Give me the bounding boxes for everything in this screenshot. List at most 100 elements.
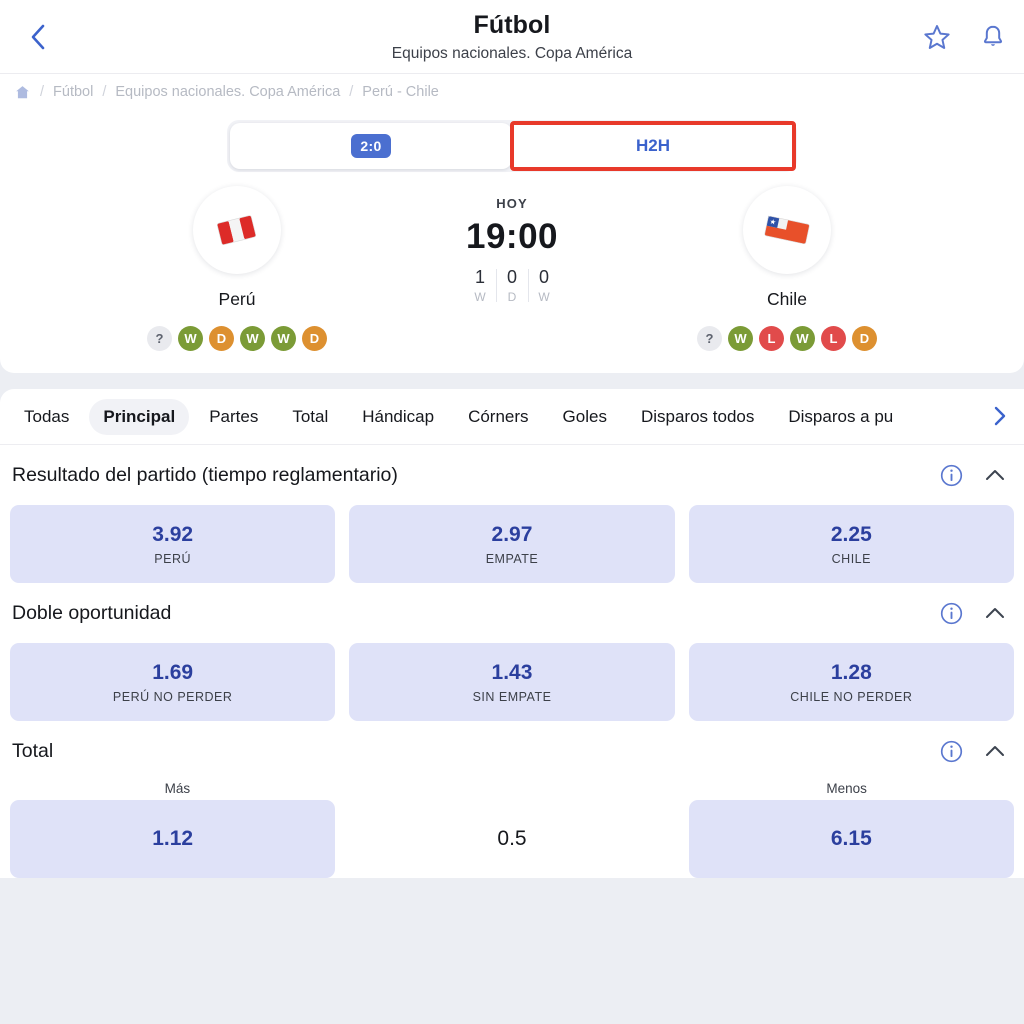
- outcome-button[interactable]: 1.43 SIN EMPATE: [349, 643, 675, 721]
- back-button[interactable]: [20, 19, 56, 55]
- breadcrumb-item-match: Perú - Chile: [362, 84, 439, 100]
- market-tab-disparos-todos[interactable]: Disparos todos: [627, 399, 768, 435]
- chile-flag-icon: [758, 207, 816, 253]
- market-tab-handicap[interactable]: Hándicap: [348, 399, 448, 435]
- star-icon: [923, 23, 951, 51]
- home-form-row: ? W D W W D: [147, 326, 327, 351]
- market-tab-partes[interactable]: Partes: [195, 399, 272, 435]
- info-icon[interactable]: [939, 601, 964, 626]
- match-center-info: HOY 19:00 1 W 0 D 0 W: [387, 186, 637, 304]
- outcome-button[interactable]: 2.97 EMPATE: [349, 505, 675, 583]
- total-under-button[interactable]: 6.15: [688, 800, 1014, 878]
- app-root: Fútbol Equipos nacionales. Copa América: [0, 0, 1024, 1024]
- favorite-button[interactable]: [922, 22, 952, 52]
- home-team: Perú ? W D W W D: [87, 186, 387, 351]
- outcome-odds: 3.92: [152, 522, 194, 546]
- markets-panel: Todas Principal Partes Total Hándicap Có…: [0, 389, 1024, 878]
- form-dot: W: [271, 326, 296, 351]
- form-dot: ?: [697, 326, 722, 351]
- outcome-label: PERÚ: [154, 551, 192, 566]
- away-form-row: ? W L W L D: [697, 326, 877, 351]
- form-dot: D: [852, 326, 877, 351]
- total-line-value: 0.5: [497, 827, 527, 850]
- breadcrumb-sep: /: [102, 84, 107, 100]
- match-day-label: HOY: [496, 196, 528, 211]
- home-icon[interactable]: [14, 84, 31, 101]
- match-kickoff-time: 19:00: [465, 217, 559, 256]
- away-team-name: Chile: [767, 289, 807, 309]
- segment-score[interactable]: 2:0: [230, 123, 512, 169]
- outcome-odds: 2.25: [830, 522, 872, 546]
- total-outcomes: 1.12 0.5 6.15: [10, 800, 1014, 878]
- h2h-stat-key: D: [507, 290, 517, 304]
- market-tab-total[interactable]: Total: [278, 399, 342, 435]
- away-team: Chile ? W L W L D: [637, 186, 937, 351]
- outcome-odds: 1.28: [830, 660, 872, 684]
- peru-flag-icon: [209, 207, 265, 253]
- market-tab-corners[interactable]: Córners: [454, 399, 542, 435]
- market-title: Resultado del partido (tiempo reglamenta…: [12, 463, 398, 486]
- market-tab-goles[interactable]: Goles: [549, 399, 621, 435]
- total-over-label: Más: [164, 781, 191, 796]
- outcome-odds: 1.43: [491, 660, 533, 684]
- market-doble-oportunidad: Doble oportunidad 1.69 PERÚ NO PERDER 1.…: [0, 583, 1024, 721]
- form-dot: L: [821, 326, 846, 351]
- chevron-up-icon[interactable]: [984, 467, 1006, 483]
- chevron-up-icon[interactable]: [984, 743, 1006, 759]
- segment-h2h[interactable]: H2H: [510, 121, 796, 171]
- home-team-badge[interactable]: [193, 186, 281, 274]
- market-header[interactable]: Doble oportunidad: [10, 583, 1014, 643]
- h2h-stat: 1 W: [464, 267, 496, 304]
- outcome-label: PERÚ NO PERDER: [112, 689, 233, 704]
- notifications-button[interactable]: [978, 22, 1008, 52]
- app-header: Fútbol Equipos nacionales. Copa América: [0, 0, 1024, 74]
- teams-row: Perú ? W D W W D HOY 19:00 1 W 0 D 0 W C…: [0, 172, 1024, 351]
- header-titles: Fútbol Equipos nacionales. Copa América: [392, 10, 632, 64]
- market-tab-disparos-a-puerta[interactable]: Disparos a pu: [774, 399, 907, 435]
- outcome-button[interactable]: 1.69 PERÚ NO PERDER: [10, 643, 336, 721]
- outcome-button[interactable]: 2.25 CHILE: [688, 505, 1014, 583]
- market-header[interactable]: Resultado del partido (tiempo reglamenta…: [10, 445, 1014, 505]
- away-team-badge[interactable]: [743, 186, 831, 274]
- breadcrumb-sep: /: [349, 84, 354, 100]
- outcome-button[interactable]: 1.28 CHILE NO PERDER: [688, 643, 1014, 721]
- market-tabs-scroll[interactable]: Todas Principal Partes Total Hándicap Có…: [0, 398, 1024, 435]
- info-icon[interactable]: [939, 739, 964, 764]
- chevron-up-icon[interactable]: [984, 605, 1006, 621]
- market-tabs-next-button[interactable]: [976, 389, 1024, 443]
- outcome-label: CHILE NO PERDER: [790, 689, 913, 704]
- page-title: Fútbol: [473, 10, 551, 39]
- info-icon[interactable]: [939, 463, 964, 488]
- total-line-spacer: [345, 781, 680, 796]
- market-tab-todas[interactable]: Todas: [10, 399, 83, 435]
- market-outcomes: 3.92 PERÚ 2.97 EMPATE 2.25 CHILE: [10, 505, 1014, 583]
- market-title: Total: [12, 739, 54, 762]
- form-dot: W: [240, 326, 265, 351]
- segmented-control: 2:0 H2H: [227, 120, 797, 172]
- total-over-odds: 1.12: [152, 827, 194, 850]
- outcome-label: EMPATE: [485, 551, 539, 566]
- page-subtitle: Equipos nacionales. Copa América: [391, 44, 633, 62]
- market-total: Total Más Menos 1.12 0.5 6.15: [0, 721, 1024, 878]
- market-resultado-del-partido: Resultado del partido (tiempo reglamenta…: [0, 445, 1024, 583]
- h2h-stat: 0 D: [496, 267, 528, 304]
- chevron-right-icon: [991, 404, 1009, 428]
- total-under-label: Menos: [826, 781, 867, 796]
- header-actions: [922, 22, 1008, 52]
- breadcrumb: / Fútbol / Equipos nacionales. Copa Amér…: [0, 74, 1024, 110]
- market-header-icons: [939, 739, 1012, 764]
- total-over-button[interactable]: 1.12: [10, 800, 336, 878]
- h2h-stat-key: W: [474, 290, 486, 304]
- market-header[interactable]: Total: [10, 721, 1014, 781]
- breadcrumb-item-competition[interactable]: Equipos nacionales. Copa América: [115, 84, 340, 100]
- form-dot: W: [790, 326, 815, 351]
- outcome-odds: 2.97: [491, 522, 533, 546]
- market-tab-principal[interactable]: Principal: [89, 398, 190, 435]
- bell-icon: [979, 23, 1007, 51]
- outcome-button[interactable]: 3.92 PERÚ: [10, 505, 336, 583]
- form-dot: L: [759, 326, 784, 351]
- h2h-stat-value: 0: [538, 267, 549, 287]
- breadcrumb-item-futbol[interactable]: Fútbol: [53, 84, 93, 100]
- h2h-stat: 0 W: [528, 267, 560, 304]
- score-badge: 2:0: [351, 134, 391, 158]
